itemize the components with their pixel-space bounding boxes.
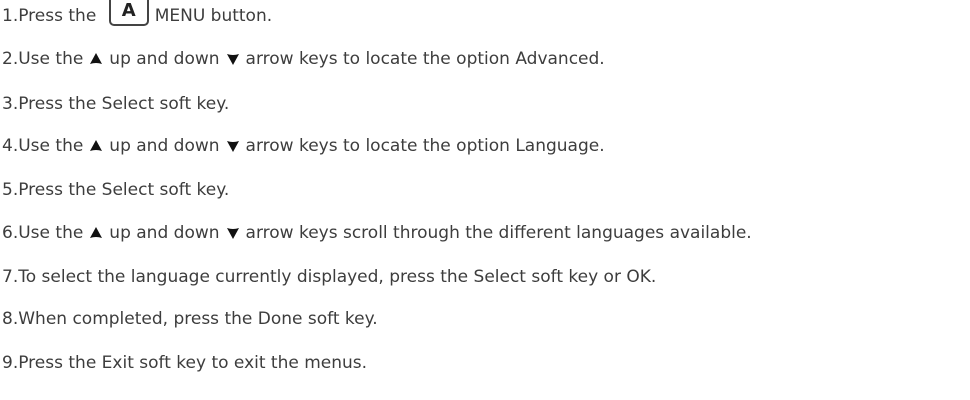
step-number: 7. bbox=[2, 267, 19, 287]
list-item: 1. Press the A MENU button. bbox=[2, 0, 273, 28]
step-text: arrow keys scroll through the different … bbox=[245, 223, 752, 243]
step-text: Use the bbox=[18, 49, 84, 69]
step-text: Use the bbox=[18, 136, 84, 156]
step-number: 8. bbox=[2, 309, 19, 329]
step-text: Use the bbox=[18, 223, 84, 243]
step-number: 9. bbox=[2, 353, 19, 373]
step-text: up and down bbox=[109, 49, 220, 69]
up-arrow-icon bbox=[89, 52, 103, 66]
up-arrow-icon bbox=[89, 139, 103, 153]
step-text: Press the Exit soft key to exit the menu… bbox=[18, 353, 368, 373]
step-text: When completed, press the Done soft key. bbox=[18, 309, 378, 329]
list-item: 2. Use the up and down arrow keys to locate… bbox=[2, 47, 605, 71]
list-item: 5. Press the Select soft key. bbox=[2, 178, 229, 202]
step-text: up and down bbox=[109, 136, 220, 156]
step-number: 2. bbox=[2, 49, 19, 69]
step-number: 1. bbox=[2, 6, 19, 26]
step-text: Press the Select soft key. bbox=[18, 94, 230, 114]
step-text: arrow keys to locate the option Language… bbox=[245, 136, 605, 156]
list-item: 8. When completed, press the Done soft ke… bbox=[2, 307, 378, 331]
step-text: up and down bbox=[109, 223, 220, 243]
step-text: arrow keys to locate the option Advanced… bbox=[245, 49, 605, 69]
step-text: To select the language currently display… bbox=[18, 267, 657, 287]
step-number: 4. bbox=[2, 136, 19, 156]
list-item: 9. Press the Exit soft key to exit the me… bbox=[2, 351, 367, 375]
step-number: 3. bbox=[2, 94, 19, 114]
down-arrow-icon bbox=[226, 52, 240, 66]
step-number: 5. bbox=[2, 180, 19, 200]
menu-key-icon: A bbox=[108, 0, 149, 26]
step-text: MENU button. bbox=[154, 6, 273, 26]
down-arrow-icon bbox=[226, 139, 240, 153]
down-arrow-icon bbox=[226, 226, 240, 240]
list-item: 7. To select the language currently displ… bbox=[2, 265, 656, 289]
step-text: Press the bbox=[18, 6, 102, 26]
step-number: 6. bbox=[2, 223, 19, 243]
list-item: 6. Use the up and down arrow keys scroll th… bbox=[2, 221, 752, 245]
list-item: 3. Press the Select soft key. bbox=[2, 92, 229, 116]
list-item: 4. Use the up and down arrow keys to locate… bbox=[2, 134, 605, 158]
up-arrow-icon bbox=[89, 226, 103, 240]
step-text: Press the Select soft key. bbox=[18, 180, 230, 200]
